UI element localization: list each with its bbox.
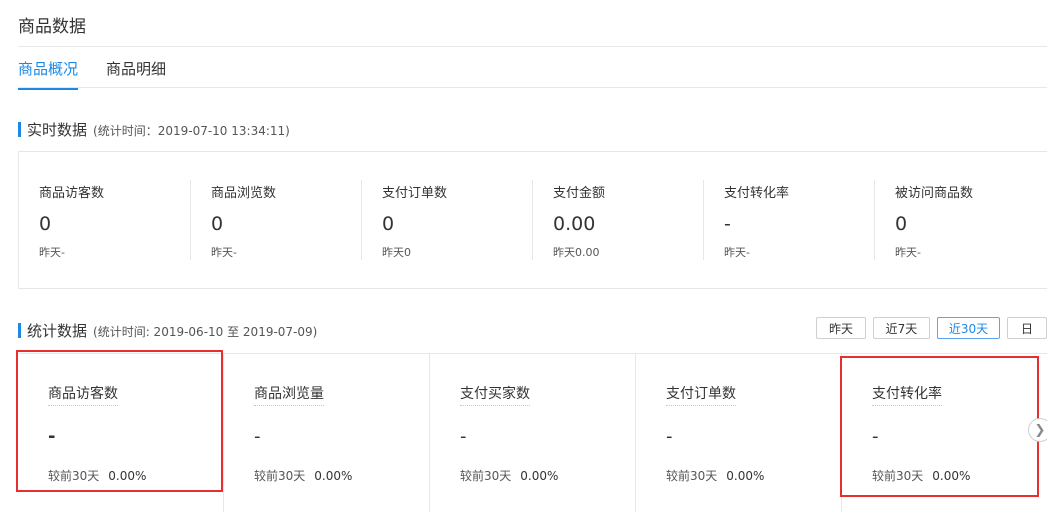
stat-card[interactable]: 支付买家数 - 较前30天 0.00% [430, 354, 636, 512]
stat-compare: 较前30天 0.00% [254, 467, 352, 484]
date-range-selector: 昨天 近7天 近30天 日 [816, 317, 1047, 339]
realtime-metric: 商品访客数 0 昨天- [19, 152, 190, 288]
realtime-metric: 支付转化率 - 昨天- [703, 152, 874, 288]
metric-compare: 昨天0.00 [553, 246, 600, 259]
metric-compare: 昨天- [724, 246, 750, 259]
stat-label: 商品浏览量 [254, 383, 324, 406]
metric-label: 支付转化率 [724, 186, 790, 201]
section-marker [18, 323, 21, 338]
statistics-section-title: 统计数据 (统计时间: 2019-06-10 至 2019-07-09) [18, 320, 317, 341]
statistics-subtitle: (统计时间: 2019-06-10 至 2019-07-09) [93, 325, 318, 339]
metric-label: 支付金额 [553, 186, 606, 201]
tab-product-detail[interactable]: 商品明细 [106, 58, 166, 79]
stat-label: 支付买家数 [460, 383, 530, 406]
highlight-box [840, 356, 1039, 497]
realtime-metric: 支付金额 0.00 昨天0.00 [532, 152, 703, 288]
statistics-title: 统计数据 [27, 322, 88, 340]
tab-bar: 商品概况 商品明细 [18, 46, 1047, 90]
compare-label: 较前30天 [460, 469, 512, 483]
metric-compare: 昨天- [895, 246, 921, 259]
highlight-box [16, 350, 223, 492]
metric-label: 商品访客数 [39, 186, 105, 201]
metric-value: - [724, 213, 731, 235]
metric-compare: 昨天- [39, 246, 65, 259]
stat-card[interactable]: 商品浏览量 - 较前30天 0.00% [224, 354, 430, 512]
range-7-days-button[interactable]: 近7天 [873, 317, 930, 339]
metric-value: 0 [382, 213, 395, 235]
stat-value: - [460, 426, 467, 447]
next-arrow-button[interactable]: ❯ [1028, 418, 1047, 442]
range-day-button[interactable]: 日 [1007, 317, 1047, 339]
realtime-panel: 商品访客数 0 昨天- 商品浏览数 0 昨天- 支付订单数 0 昨天0 支付金额… [18, 151, 1047, 289]
realtime-metric: 商品浏览数 0 昨天- [190, 152, 361, 288]
compare-label: 较前30天 [666, 469, 718, 483]
chevron-right-icon: ❯ [1034, 422, 1046, 438]
realtime-title: 实时数据 [27, 121, 88, 139]
stat-card[interactable]: 支付订单数 - 较前30天 0.00% [636, 354, 842, 512]
metric-value: 0 [39, 213, 52, 235]
compare-label: 较前30天 [254, 469, 306, 483]
metric-value: 0 [211, 213, 224, 235]
realtime-section-title: 实时数据 (统计时间：2019-07-10 13:34:11) [18, 119, 290, 140]
stat-compare: 较前30天 0.00% [666, 467, 764, 484]
realtime-subtitle: (统计时间：2019-07-10 13:34:11) [93, 124, 290, 138]
metric-value: 0.00 [553, 213, 596, 235]
section-marker [18, 122, 21, 137]
stat-value: - [254, 426, 261, 447]
stat-compare: 较前30天 0.00% [460, 467, 558, 484]
realtime-metric: 支付订单数 0 昨天0 [361, 152, 532, 288]
range-30-days-button[interactable]: 近30天 [937, 317, 1000, 339]
metric-label: 支付订单数 [382, 186, 448, 201]
page-title: 商品数据 [18, 17, 86, 37]
compare-value: 0.00% [520, 469, 559, 483]
metric-label: 被访问商品数 [895, 186, 974, 201]
tab-product-overview[interactable]: 商品概况 [18, 58, 79, 90]
metric-value: 0 [895, 213, 908, 235]
compare-value: 0.00% [726, 469, 765, 483]
compare-value: 0.00% [314, 469, 353, 483]
metric-compare: 昨天0 [382, 246, 411, 259]
metric-compare: 昨天- [211, 246, 237, 259]
stat-value: - [666, 426, 673, 447]
metric-label: 商品浏览数 [211, 186, 277, 201]
realtime-metric: 被访问商品数 0 昨天- [874, 152, 1045, 288]
range-yesterday-button[interactable]: 昨天 [816, 317, 866, 339]
stat-label: 支付订单数 [666, 383, 736, 406]
